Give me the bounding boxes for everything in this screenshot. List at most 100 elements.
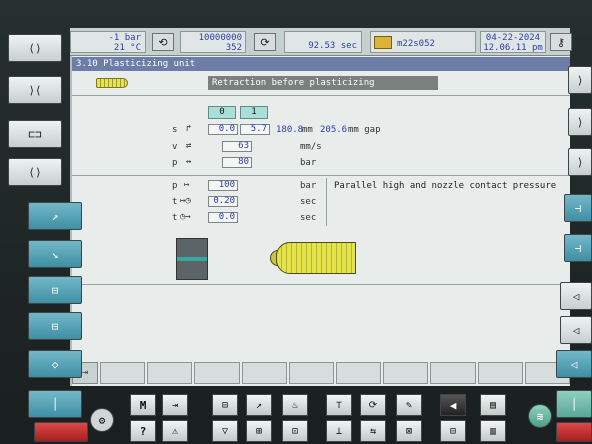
edit-key[interactable]: ✎ [396,394,422,416]
function-tab[interactable] [336,362,382,384]
function-tab[interactable] [288,362,335,384]
stroke-stage-0-input[interactable]: 0.0 [208,124,238,135]
page-title: 3.10 Plasticizing unit [72,57,570,71]
side-key-diamond[interactable]: ◇ [28,350,82,378]
side-key-right-6[interactable]: ◁ [560,282,592,310]
screw-icon [96,78,128,88]
back-sub-key[interactable]: ⊟ [440,420,466,442]
print-sub-key[interactable]: ▥ [480,420,506,442]
warning-key[interactable]: ⚠ [162,420,188,442]
pressure-temperature-readout: -1 bar 21 °C [70,31,146,53]
delay-timer-icon: ◷→ [180,212,191,222]
temperature-key[interactable]: ♨ [282,394,308,416]
delay-time-symbol: t [172,213,178,223]
contact-time-input[interactable]: 0.20 [208,196,238,207]
side-key-right-8[interactable]: ◁ [556,350,592,378]
folder-icon[interactable] [374,36,392,49]
function-tab[interactable] [477,362,523,384]
side-key-right-2[interactable]: ⟩ [568,108,592,136]
side-key-stop[interactable] [34,422,88,442]
function-tab[interactable] [100,362,146,384]
contact-pressure-input[interactable]: 100 [208,180,238,191]
section-title: Retraction before plasticizing [208,76,438,90]
cycle-key[interactable]: ⟳ [360,394,386,416]
stroke-actual-value: 180.8 [276,125,304,135]
pressure-value: -1 bar [108,33,141,43]
stage-1-button[interactable]: 1 [240,106,268,119]
usb-key[interactable]: ⇆ [360,420,386,442]
delay-time-input[interactable]: 0.0 [208,212,238,223]
function-tab[interactable] [241,362,287,384]
function-tab[interactable] [430,362,476,384]
edit-sub-key[interactable]: ⊠ [396,420,422,442]
cycle-mode-icon[interactable]: ⟲ [152,33,174,51]
side-key-line[interactable]: │ [28,390,82,418]
pressure-arrow-icon: ↔ [186,157,192,167]
time-value: 12.06.11 pm [483,43,543,53]
ejector-sub-key[interactable]: ⊞ [246,420,272,442]
function-tab[interactable] [147,362,193,384]
column-divider [326,178,327,226]
velocity-input[interactable]: 63 [222,141,252,152]
gap-label: mm gap [348,125,381,135]
print-key[interactable]: ▤ [480,394,506,416]
divider [72,95,570,96]
plasticizing-panel: Retraction before plasticizing 0 1 s ↱ 0… [72,72,570,356]
manual-mode-key[interactable]: M [130,394,156,416]
velocity-symbol: v [172,142,178,152]
counter-current: 352 [225,43,242,53]
mold-icon [176,238,208,280]
pressure-input[interactable]: 80 [222,157,252,168]
velocity-arrow-icon: ⇄ [186,141,192,151]
back-key[interactable]: ◀ [440,394,466,416]
joystick-icon[interactable]: ⚙ [90,408,114,432]
counter-target: 10000000 [198,33,242,43]
side-key-right-9[interactable]: │ [556,390,592,418]
temperature-value: 21 °C [113,43,141,53]
side-key-mold-c[interactable]: ⟨⟩ [8,158,62,186]
side-key-mold-open[interactable]: ⟨⟩ [8,34,62,62]
stroke-stage-1-input[interactable]: 5.7 [240,124,270,135]
stroke-unit: mm [302,125,313,135]
side-key-core-in[interactable]: ⊟ [28,276,82,304]
shot-counter: 10000000 352 [180,31,246,53]
robot-sub-key[interactable]: ⊥ [326,420,352,442]
temperature-sub-key[interactable]: ⊡ [282,420,308,442]
side-key-mold-close[interactable]: ⟩⟨ [8,76,62,104]
cycle-time-value: 92.53 sec [284,31,362,53]
side-key-ejector-back[interactable]: ↘ [28,240,82,268]
ejector-key[interactable]: ↗ [246,394,272,416]
delay-time-unit: sec [300,213,317,223]
contact-timer-icon: ↦◷ [180,196,191,206]
side-key-right-7[interactable]: ◁ [560,316,592,344]
oil-temperature-key[interactable]: ≋ [528,404,552,428]
injection-key[interactable]: ⇥ [162,394,188,416]
access-key-icon[interactable]: ⚷ [550,33,572,51]
pressure-unit: bar [300,158,317,168]
divider [72,284,570,285]
side-key-mold-b[interactable]: ⊏⊐ [8,120,62,148]
side-key-right-1[interactable]: ⟩ [568,66,592,94]
help-key[interactable]: ? [130,420,156,442]
side-key-right-3[interactable]: ⟩ [568,148,592,176]
contact-time-unit: sec [300,197,317,207]
side-key-right-stop[interactable] [556,422,592,442]
mold-key[interactable]: ⊟ [212,394,238,416]
side-key-right-4[interactable]: ⊣ [564,194,592,222]
side-key-right-5[interactable]: ⊣ [564,234,592,262]
function-tab[interactable] [383,362,429,384]
gap-value: 205.6 [320,125,348,135]
velocity-unit: mm/s [300,142,322,152]
cycle-time-icon[interactable]: ⟳ [254,33,276,51]
stroke-arrow-icon: ↱ [186,124,192,134]
side-key-ejector-forward[interactable]: ↗ [28,202,82,230]
mold-sub-key[interactable]: ▽ [212,420,238,442]
contact-pressure-unit: bar [300,181,317,191]
robot-key[interactable]: ⊤ [326,394,352,416]
contact-note: Parallel high and nozzle contact pressur… [334,181,557,191]
side-key-core-out[interactable]: ⊟ [28,312,82,340]
divider [72,175,570,176]
stage-0-button[interactable]: 0 [208,106,236,119]
function-tab[interactable] [194,362,240,384]
nozzle-barrel-icon [276,242,356,274]
